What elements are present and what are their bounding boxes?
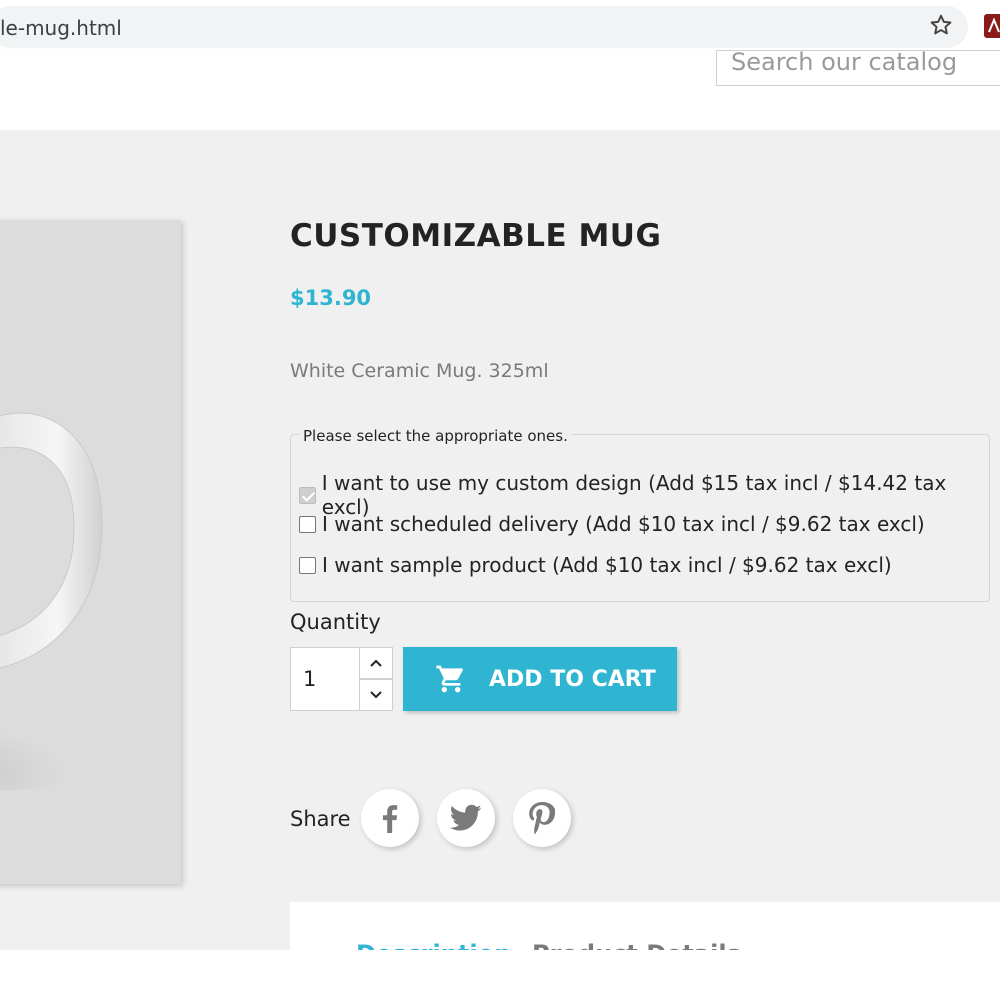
product-price: $13.90 (290, 286, 372, 310)
quantity-decrease-button[interactable] (359, 679, 393, 711)
checkbox-sample-product[interactable] (299, 556, 316, 574)
product-description: White Ceramic Mug. 325ml (290, 360, 549, 382)
pinterest-icon (529, 802, 555, 834)
extension-icon[interactable] (984, 14, 1000, 38)
browser-toolbar: le-mug.html (0, 0, 1000, 54)
add-to-cart-label: ADD TO CART (489, 666, 656, 692)
url-text[interactable]: le-mug.html (0, 16, 122, 40)
shopping-cart-icon (436, 665, 463, 693)
bookmark-star-icon[interactable] (928, 12, 954, 38)
chevron-up-icon (370, 659, 382, 667)
page-bottom (0, 950, 1000, 1000)
product-image[interactable] (0, 220, 181, 884)
add-to-cart-button[interactable]: ADD TO CART (403, 647, 677, 711)
option-label: I want scheduled delivery (Add $10 tax i… (322, 512, 925, 536)
quantity-increase-button[interactable] (359, 647, 393, 679)
option-scheduled-delivery[interactable]: I want scheduled delivery (Add $10 tax i… (299, 512, 925, 536)
chevron-down-icon (370, 691, 382, 699)
twitter-icon (450, 804, 482, 831)
product-page: CUSTOMIZABLE MUG $13.90 White Ceramic Mu… (0, 130, 1000, 962)
quantity-input[interactable] (290, 647, 360, 711)
share-label: Share (290, 807, 351, 831)
checkbox-custom-design[interactable] (299, 486, 316, 504)
share-pinterest-button[interactable] (513, 789, 571, 847)
site-header (0, 50, 1000, 130)
product-title: CUSTOMIZABLE MUG (290, 218, 662, 254)
option-sample-product[interactable]: I want sample product (Add $10 tax incl … (299, 553, 892, 577)
quantity-label: Quantity (290, 610, 381, 634)
search-input[interactable] (731, 51, 1000, 79)
share-twitter-button[interactable] (437, 789, 495, 847)
share-facebook-button[interactable] (361, 789, 419, 847)
options-legend: Please select the appropriate ones. (299, 427, 572, 445)
search-box[interactable] (716, 50, 1000, 86)
option-label: I want sample product (Add $10 tax incl … (322, 553, 892, 577)
customization-options: Please select the appropriate ones. I wa… (290, 427, 990, 602)
address-bar[interactable]: le-mug.html (0, 6, 968, 48)
checkbox-scheduled-delivery[interactable] (299, 515, 316, 533)
facebook-icon (382, 805, 398, 833)
